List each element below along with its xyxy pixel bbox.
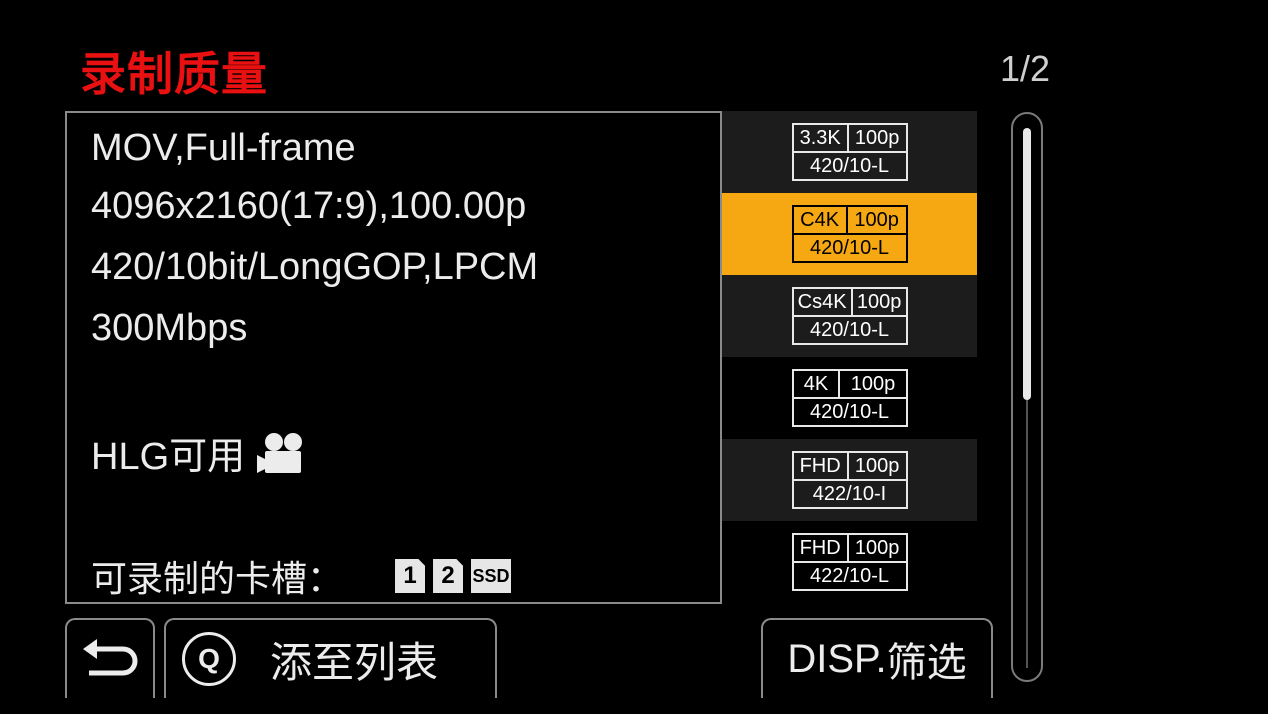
badge-framerate: 100p: [840, 371, 906, 399]
slot-1-icon: 1: [395, 559, 426, 593]
hlg-info: HLG可用: [91, 425, 309, 480]
list-item[interactable]: 4K 100p 420/10-L: [722, 357, 977, 439]
badge-framerate: 100p: [848, 535, 906, 563]
scrollbar-thumb[interactable]: [1023, 128, 1031, 400]
badge-format: 420/10-L: [810, 319, 889, 341]
info-line-resolution: 4096x2160(17:9),100.00p: [91, 185, 527, 227]
badge-format: 420/10-L: [810, 155, 889, 177]
slot-2-icon: 2: [433, 559, 464, 593]
back-button[interactable]: [65, 618, 155, 698]
hlg-label: HLG可用: [91, 436, 246, 478]
badge-resolution: C4K: [793, 207, 848, 235]
badge-framerate: 100p: [847, 207, 906, 235]
movie-camera-icon: [257, 432, 303, 473]
slots-label: 可录制的卡槽：: [91, 559, 344, 600]
recordable-slots: 可录制的卡槽： 1 2 SSD: [91, 550, 512, 602]
list-item[interactable]: Cs4K 100p 420/10-L: [722, 275, 977, 357]
quality-badge: Cs4K 100p 420/10-L: [791, 287, 908, 345]
return-arrow-icon: [83, 639, 138, 676]
badge-format: 420/10-L: [810, 401, 889, 423]
badge-format: 422/10-I: [812, 483, 887, 505]
quality-list: 3.3K 100p 420/10-L C4K 100p 420/10-L Cs4…: [722, 111, 977, 603]
badge-resolution: 4K: [793, 371, 841, 399]
list-item[interactable]: FHD 100p 422/10-I: [722, 439, 977, 521]
disp-label: DISP.: [787, 636, 887, 681]
page-indicator: 1/2: [1000, 48, 1051, 89]
badge-format: 420/10-L: [810, 237, 889, 259]
add-to-list-label: 添至列表: [270, 637, 439, 687]
page-title: 录制质量: [80, 47, 268, 101]
info-line-bitrate: 300Mbps: [91, 307, 248, 349]
badge-resolution: 3.3K: [793, 125, 849, 153]
quality-badge: C4K 100p 420/10-L: [791, 205, 908, 263]
badge-framerate: 100p: [848, 453, 906, 481]
badge-framerate: 100p: [852, 289, 906, 317]
slot-ssd-icon: SSD: [471, 559, 512, 593]
quality-badge: 3.3K 100p 420/10-L: [791, 123, 908, 181]
q-button-icon: Q: [182, 632, 236, 686]
badge-resolution: Cs4K: [793, 289, 853, 317]
add-to-list-button[interactable]: Q 添至列表: [164, 618, 497, 698]
list-item-selected[interactable]: C4K 100p 420/10-L: [722, 193, 977, 275]
filter-label: 筛选: [886, 641, 967, 685]
info-line-container: MOV,Full-frame: [91, 127, 356, 169]
badge-resolution: FHD: [793, 453, 849, 481]
quality-badge: FHD 100p 422/10-I: [791, 451, 908, 509]
badge-format: 422/10-L: [810, 565, 889, 587]
list-item[interactable]: 3.3K 100p 420/10-L: [722, 111, 977, 193]
info-panel: MOV,Full-frame 4096x2160(17:9),100.00p 4…: [65, 111, 722, 604]
list-item[interactable]: FHD 100p 422/10-L: [722, 521, 977, 603]
badge-framerate: 100p: [848, 125, 906, 153]
quality-badge: 4K 100p 420/10-L: [791, 369, 908, 427]
badge-resolution: FHD: [793, 535, 849, 563]
scrollbar[interactable]: [1011, 112, 1043, 682]
quality-badge: FHD 100p 422/10-L: [791, 533, 908, 591]
info-line-codec: 420/10bit/LongGOP,LPCM: [91, 246, 539, 288]
disp-filter-button[interactable]: DISP. 筛选: [761, 618, 993, 698]
scrollbar-track-line: [1026, 400, 1028, 668]
